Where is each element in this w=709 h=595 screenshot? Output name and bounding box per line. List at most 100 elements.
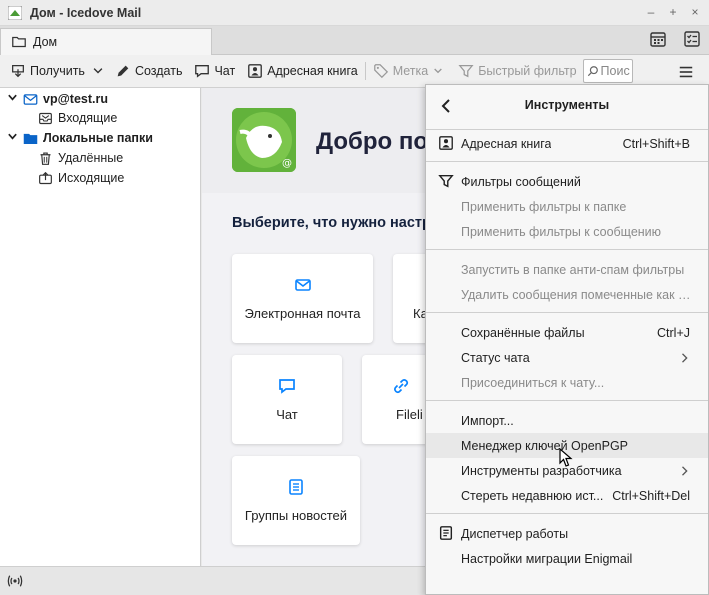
tab-label: Дом <box>33 35 58 49</box>
app-logo: @ <box>232 108 296 172</box>
menu-item-label: Адресная книга <box>461 136 552 151</box>
twisty-open-icon[interactable] <box>6 92 18 106</box>
menu-item-join-chat[interactable]: Присоединиться к чату... <box>426 370 708 395</box>
chevron-right-icon <box>682 466 688 476</box>
menu-item-apply-filters-folder[interactable]: Применить фильтры к папке <box>426 194 708 219</box>
menu-item-activity-manager[interactable]: Диспетчер работы <box>426 521 708 546</box>
setup-card-email[interactable]: Электронная почта <box>232 254 373 343</box>
menu-item-shortcut: Ctrl+Shift+B <box>622 136 690 151</box>
menu-item-apply-filters-message[interactable]: Применить фильтры к сообщению <box>426 219 708 244</box>
folder-account[interactable]: vp@test.ru <box>6 89 108 109</box>
local-folders-icon <box>23 133 38 144</box>
address-book-button[interactable]: Адресная книга <box>243 59 361 83</box>
folder-outbox[interactable]: Исходящие <box>38 168 124 188</box>
search-icon <box>587 66 598 77</box>
svg-text:@: @ <box>282 158 292 169</box>
setup-subheading: Выберите, что нужно настро <box>232 215 425 231</box>
menu-separator <box>426 400 708 401</box>
menu-item-saved-files[interactable]: Сохранённые файлы Ctrl+J <box>426 320 708 345</box>
chevron-down-icon <box>434 68 443 74</box>
tag-icon <box>373 64 388 79</box>
menu-item-label: Применить фильтры к папке <box>461 199 627 214</box>
menu-item-run-junk-filters[interactable]: Запустить в папке анти-спам фильтры <box>426 257 708 282</box>
address-book-label: Адресная книга <box>267 64 358 78</box>
activity-icon <box>439 526 453 540</box>
tab-home[interactable]: Дом <box>0 28 212 55</box>
tasks-icon[interactable] <box>683 30 701 48</box>
menu-item-address-book[interactable]: Адресная книга Ctrl+Shift+B <box>426 131 708 156</box>
maximize-button[interactable]: + <box>665 4 681 20</box>
outbox-label: Исходящие <box>58 171 125 185</box>
calendar-icon[interactable] <box>649 30 667 48</box>
tab-strip: Дом <box>0 26 709 55</box>
setup-card-chat[interactable]: Чат <box>232 355 342 444</box>
minimize-button[interactable]: – <box>643 4 659 20</box>
mouse-pointer-icon <box>559 448 573 467</box>
pencil-icon <box>117 65 129 77</box>
twisty-open-icon[interactable] <box>6 131 18 145</box>
menu-item-label: Менеджер ключей OpenPGP <box>461 438 629 453</box>
menu-item-label: Диспетчер работы <box>461 526 569 541</box>
toolbar-separator <box>364 62 366 80</box>
inbox-icon <box>39 112 52 124</box>
close-button[interactable]: × <box>687 4 703 20</box>
download-icon <box>12 65 24 78</box>
menu-item-label: Импорт... <box>461 413 514 428</box>
local-folders-label: Локальные папки <box>43 131 153 145</box>
chat-button[interactable]: Чат <box>190 59 239 83</box>
folder-pane: vp@test.ru Входящие Локальные папки Удал… <box>0 88 201 566</box>
app-menu-button[interactable] <box>672 59 700 85</box>
folder-inbox[interactable]: Входящие <box>38 108 117 128</box>
setup-card-filelink[interactable]: Fileli <box>362 355 425 444</box>
tag-button[interactable]: Метка <box>369 59 449 83</box>
menu-item-message-filters[interactable]: Фильтры сообщений <box>426 169 708 194</box>
menu-separator <box>426 161 708 162</box>
online-status-icon[interactable] <box>7 573 23 589</box>
menu-item-delete-junk[interactable]: Удалить сообщения помеченные как с... <box>426 282 708 307</box>
quick-filter-button[interactable]: Быстрый фильтр <box>454 59 580 83</box>
address-book-icon <box>248 64 263 78</box>
menu-separator <box>426 129 708 130</box>
folder-icon <box>12 36 26 48</box>
welcome-title: Добро пож <box>316 128 425 155</box>
folder-trash[interactable]: Удалённые <box>38 148 123 168</box>
menu-item-label: Настройки миграции Enigmail <box>461 551 633 566</box>
search-input[interactable]: Поис <box>582 59 633 83</box>
trash-label: Удалённые <box>58 151 124 165</box>
menu-separator <box>426 312 708 313</box>
menu-item-label: Инструменты разработчика <box>461 463 622 478</box>
menu-item-import[interactable]: Импорт... <box>426 408 708 433</box>
quick-filter-label: Быстрый фильтр <box>478 64 577 78</box>
setup-card-newsgroups[interactable]: Группы новостей <box>232 456 360 545</box>
setup-card-calendar[interactable]: Ка <box>393 254 425 343</box>
outbox-icon <box>39 171 52 184</box>
card-label: Группы новостей <box>244 508 348 523</box>
compose-button[interactable]: Создать <box>111 59 187 83</box>
account-name: vp@test.ru <box>43 92 108 106</box>
card-label: Fileli <box>396 407 423 422</box>
menu-separator <box>426 513 708 514</box>
get-mail-dropdown[interactable] <box>89 59 107 83</box>
hamburger-icon <box>679 66 693 78</box>
mail-account-icon <box>23 93 38 105</box>
chevron-right-icon <box>682 353 688 363</box>
menu-item-label: Стереть недавнюю ист... <box>461 488 604 503</box>
filter-icon <box>438 174 454 188</box>
get-mail-label: Получить <box>30 64 85 78</box>
folder-local[interactable]: Локальные папки <box>6 128 153 148</box>
menu-item-label: Присоединиться к чату... <box>461 375 605 390</box>
get-mail-button[interactable]: Получить <box>6 59 89 83</box>
title-bar: Дом - Icedove Mail – + × <box>0 0 709 26</box>
menu-item-enigmail-migration[interactable]: Настройки миграции Enigmail <box>426 546 708 571</box>
tag-label: Метка <box>392 64 429 78</box>
trash-icon <box>40 152 51 165</box>
card-label: Электронная почта <box>244 306 361 321</box>
card-label: Чат <box>276 407 298 422</box>
menu-item-chat-status[interactable]: Статус чата <box>426 345 708 370</box>
card-label: Ка <box>413 306 425 321</box>
mail-icon <box>294 279 311 291</box>
address-book-icon <box>439 136 453 150</box>
search-placeholder: Поис <box>600 64 630 78</box>
chat-label: Чат <box>214 64 236 78</box>
menu-item-clear-history[interactable]: Стереть недавнюю ист... Ctrl+Shift+Del <box>426 483 708 508</box>
